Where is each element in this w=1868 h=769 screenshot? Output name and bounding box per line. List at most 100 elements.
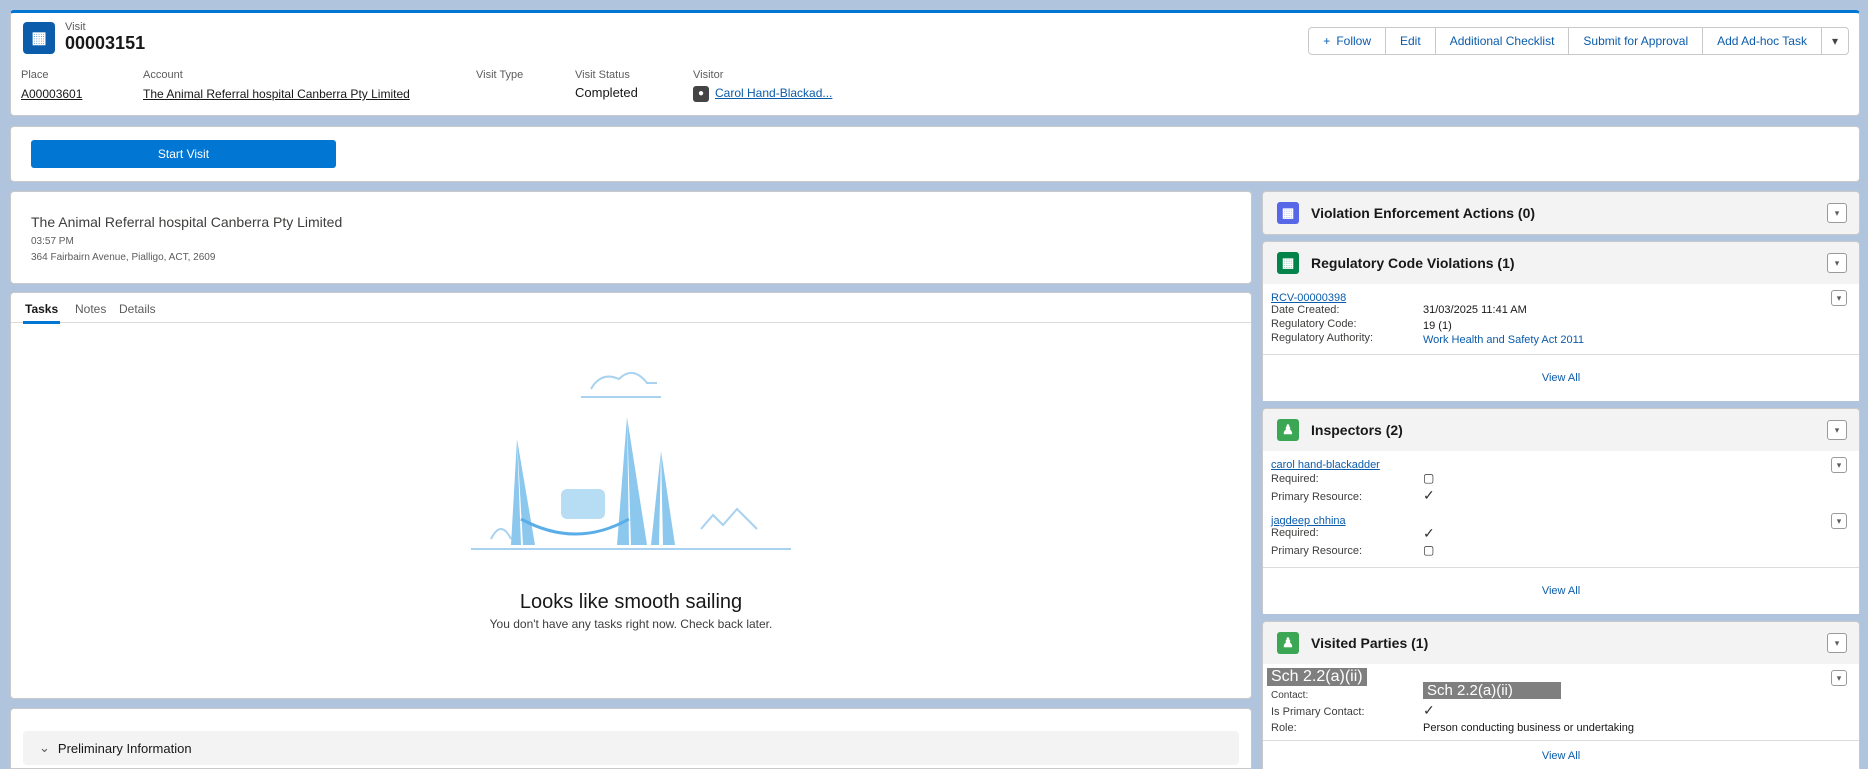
- is-primary-contact-label: Is Primary Contact:: [1271, 706, 1365, 718]
- tab-bar: Tasks Notes Details: [11, 293, 1251, 324]
- plus-icon: +: [1323, 34, 1331, 48]
- regulation-icon: ▦: [1277, 252, 1299, 274]
- rcv-dropdown-button[interactable]: ▾: [1827, 253, 1847, 273]
- field-label-visitor: Visitor: [693, 69, 724, 81]
- chevron-down-icon: ▾: [1836, 293, 1842, 303]
- checkmark-icon: ✓: [1423, 487, 1435, 503]
- account-name: The Animal Referral hospital Canberra Pt…: [31, 214, 343, 230]
- inspector-icon: ♟: [1277, 419, 1299, 441]
- edit-button[interactable]: Edit: [1385, 27, 1436, 55]
- inspectors-body: carol hand-blackadder ▾ Required: ▢ Prim…: [1263, 451, 1859, 614]
- record-highlights: ▦ Visit 00003151 Place A00003601 Account…: [10, 10, 1860, 116]
- object-label: Visit: [65, 21, 86, 33]
- inspector-primary-label-1: Primary Resource:: [1271, 491, 1363, 503]
- redaction-label-2: Sch 2.2(a)(ii): [1423, 682, 1561, 699]
- rcv-record-link[interactable]: RCV-00000398: [1271, 292, 1346, 304]
- role-value: Person conducting business or undertakin…: [1423, 722, 1634, 734]
- chevron-down-icon: ▾: [1836, 460, 1842, 470]
- redaction-label-1: Sch 2.2(a)(ii): [1267, 668, 1367, 686]
- rcv-date-value: 31/03/2025 11:41 AM: [1423, 304, 1527, 316]
- visit-object-icon: ▦: [23, 22, 55, 54]
- vea-title: Violation Enforcement Actions (0): [1311, 205, 1536, 221]
- chevron-down-icon: ▾: [1834, 638, 1840, 648]
- field-label-visit-status: Visit Status: [575, 69, 630, 81]
- inspectors-dropdown-button[interactable]: ▾: [1827, 420, 1847, 440]
- vea-related-list: ▦ Violation Enforcement Actions (0) ▾: [1262, 191, 1860, 235]
- rcv-code-label: Regulatory Code:: [1271, 318, 1357, 330]
- start-visit-panel: Start Visit: [10, 126, 1860, 182]
- inspectors-related-list: ♟ Inspectors (2) ▾ carol hand-blackadder…: [1262, 408, 1860, 614]
- inspectors-title: Inspectors (2): [1311, 422, 1403, 438]
- more-actions-button[interactable]: ▾: [1820, 27, 1849, 55]
- visited-party-row-dropdown[interactable]: ▾: [1831, 670, 1847, 686]
- rcv-authority-label: Regulatory Authority:: [1271, 332, 1374, 344]
- tab-details[interactable]: Details: [119, 302, 156, 316]
- visited-parties-body: Sch 2.2(a)(ii) ▾ Contact: Sch 2.2(a)(ii)…: [1263, 664, 1859, 769]
- visited-parties-related-list: ♟ Visited Parties (1) ▾ Sch 2.2(a)(ii) ▾…: [1262, 621, 1860, 769]
- unchecked-icon: ▢: [1423, 543, 1435, 557]
- inspector-primary-label-2: Primary Resource:: [1271, 545, 1363, 557]
- visited-parties-header: ♟ Visited Parties (1) ▾: [1263, 622, 1859, 664]
- rcv-header: ▦ Regulatory Code Violations (1) ▾: [1263, 242, 1859, 284]
- checkmark-icon: ✓: [1423, 525, 1435, 541]
- account-address: 364 Fairbairn Avenue, Pialligo, ACT, 260…: [31, 252, 216, 263]
- inspector-row-dropdown-1[interactable]: ▾: [1831, 457, 1847, 473]
- role-label: Role:: [1271, 722, 1297, 734]
- account-info-card: The Animal Referral hospital Canberra Pt…: [10, 191, 1252, 284]
- inspector-link-2[interactable]: jagdeep chhina: [1271, 515, 1346, 527]
- visited-parties-title: Visited Parties (1): [1311, 635, 1429, 651]
- rcv-row-dropdown[interactable]: ▾: [1831, 290, 1847, 306]
- chevron-down-icon: ▾: [1831, 34, 1838, 48]
- add-adhoc-task-button[interactable]: Add Ad-hoc Task: [1702, 27, 1822, 55]
- visited-parties-dropdown-button[interactable]: ▾: [1827, 633, 1847, 653]
- vea-header: ▦ Violation Enforcement Actions (0) ▾: [1263, 192, 1859, 234]
- inspector-row-dropdown-2[interactable]: ▾: [1831, 513, 1847, 529]
- empty-state-subtitle: You don't have any tasks right now. Chec…: [489, 617, 773, 631]
- preliminary-card: ⌄ Preliminary Information: [10, 708, 1252, 769]
- chevron-down-icon: ▾: [1836, 516, 1842, 526]
- chevron-down-icon: ▾: [1834, 208, 1840, 218]
- inspector-required-label-2: Required:: [1271, 527, 1319, 539]
- tabs-card: Tasks Notes Details Looks like smooth sa…: [10, 292, 1252, 699]
- follow-button[interactable]: + Follow: [1308, 27, 1386, 55]
- visitor-value: ● Carol Hand-Blackad...: [693, 85, 832, 102]
- field-label-place: Place: [21, 69, 49, 81]
- visit-status-value: Completed: [575, 85, 638, 100]
- record-name: 00003151: [65, 33, 146, 53]
- record-actions: + Follow Edit Additional Checklist Submit…: [1308, 27, 1849, 55]
- vea-dropdown-button[interactable]: ▾: [1827, 203, 1847, 223]
- user-avatar-icon: ●: [693, 85, 709, 102]
- start-visit-button[interactable]: Start Visit: [31, 140, 336, 168]
- rcv-authority-value[interactable]: Work Health and Safety Act 2011: [1423, 334, 1584, 346]
- field-label-visit-type: Visit Type: [476, 69, 524, 81]
- rcv-date-label: Date Created:: [1271, 304, 1340, 316]
- rcv-view-all-link[interactable]: View All: [1263, 354, 1859, 400]
- place-link[interactable]: A00003601: [21, 87, 82, 101]
- inspector-required-label-1: Required:: [1271, 473, 1319, 485]
- account-time: 03:57 PM: [31, 236, 74, 247]
- additional-checklist-button[interactable]: Additional Checklist: [1434, 27, 1570, 55]
- tab-notes[interactable]: Notes: [75, 302, 106, 316]
- submit-for-approval-button[interactable]: Submit for Approval: [1568, 27, 1704, 55]
- contact-label: Contact:: [1271, 690, 1309, 701]
- smooth-sailing-illustration: [471, 372, 791, 550]
- tab-tasks[interactable]: Tasks: [22, 302, 61, 324]
- contact-icon: ♟: [1277, 632, 1299, 654]
- field-label-account: Account: [143, 69, 183, 81]
- empty-state-title: Looks like smooth sailing: [519, 591, 743, 613]
- preliminary-section-toggle[interactable]: ⌄ Preliminary Information: [23, 731, 1239, 765]
- account-link[interactable]: The Animal Referral hospital Canberra Pt…: [143, 87, 410, 101]
- follow-label: Follow: [1336, 34, 1371, 48]
- rcv-code-value: 19 (1): [1423, 320, 1452, 332]
- unchecked-icon: ▢: [1423, 471, 1435, 485]
- visited-parties-view-all-link[interactable]: View All: [1263, 740, 1859, 769]
- inspectors-view-all-link[interactable]: View All: [1263, 567, 1859, 613]
- preliminary-label: Preliminary Information: [57, 740, 192, 756]
- checkmark-icon: ✓: [1423, 702, 1435, 718]
- chevron-down-icon: ▾: [1834, 425, 1840, 435]
- visitor-link[interactable]: Carol Hand-Blackad...: [715, 86, 832, 100]
- chevron-down-icon: ▾: [1834, 258, 1840, 268]
- rcv-related-list: ▦ Regulatory Code Violations (1) ▾ RCV-0…: [1262, 241, 1860, 401]
- chevron-down-icon: ▾: [1836, 673, 1842, 683]
- inspector-link-1[interactable]: carol hand-blackadder: [1271, 459, 1380, 471]
